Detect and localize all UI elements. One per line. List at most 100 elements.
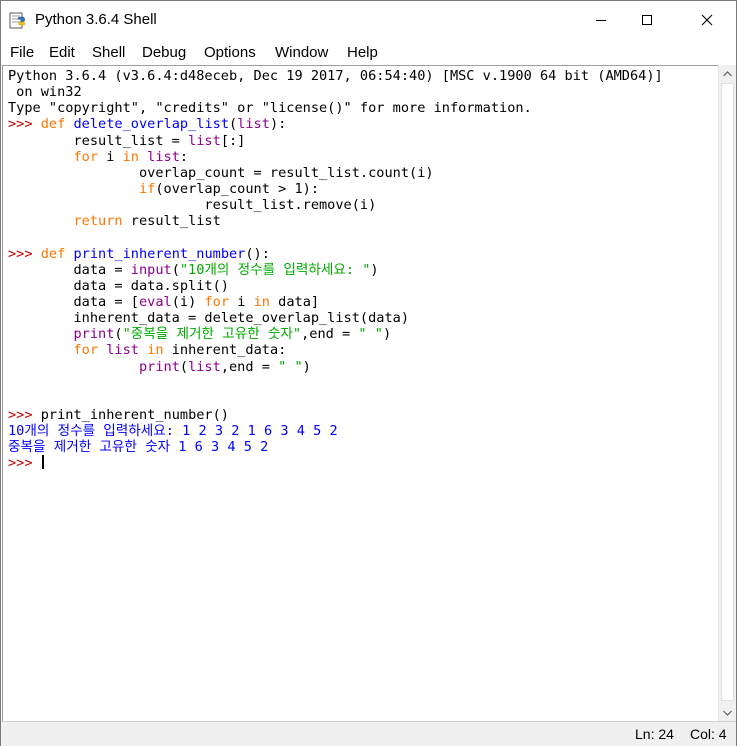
shell-line: >>> — [8, 455, 663, 471]
menu-bar: File Edit Shell Debug Options Window Hel… — [1, 40, 736, 64]
menu-help[interactable]: Help — [347, 44, 378, 61]
maximize-icon — [642, 15, 652, 25]
scroll-down-button[interactable] — [719, 704, 736, 721]
code-token: inherent_data = delete_overlap_list(data… — [8, 310, 410, 327]
code-token: ( — [229, 116, 238, 133]
code-token: overlap_count = result_list.count(i) — [8, 164, 434, 181]
code-token: eval — [138, 293, 172, 310]
code-token: : — [179, 148, 189, 165]
shell-output[interactable]: Python 3.6.4 (v3.6.4:d48eceb, Dec 19 201… — [8, 68, 663, 472]
code-token: inherent_data: — [163, 342, 287, 359]
scroll-up-button[interactable] — [719, 65, 736, 82]
code-token: for — [204, 293, 230, 310]
code-token: def — [40, 245, 66, 262]
menu-window[interactable]: Window — [275, 44, 328, 61]
code-token: in — [147, 342, 164, 359]
code-token: for — [73, 342, 99, 359]
code-token: print_inherent_number — [73, 245, 246, 262]
code-token: delete_overlap_list — [73, 116, 230, 133]
shell-line: Python 3.6.4 (v3.6.4:d48eceb, Dec 19 201… — [8, 68, 663, 84]
code-token: print — [73, 326, 115, 343]
shell-line: result_list.remove(i) — [8, 197, 663, 213]
shell-line: for i in list: — [8, 149, 663, 165]
code-token: data = — [8, 261, 131, 278]
code-token: result_list = — [8, 132, 189, 149]
menu-debug[interactable]: Debug — [142, 44, 186, 61]
shell-line: 중복을 제거한 고유한 숫자 1 6 3 4 5 2 — [8, 439, 663, 455]
code-token: " " — [358, 326, 383, 343]
minimize-button[interactable] — [578, 1, 624, 39]
code-token: Python 3.6.4 (v3.6.4:d48eceb, Dec 19 201… — [8, 68, 663, 84]
code-token: list — [188, 358, 221, 375]
menu-file[interactable]: File — [10, 44, 34, 61]
code-token: data = [ — [8, 293, 139, 310]
scrollbar-thumb[interactable] — [721, 83, 734, 701]
title-bar[interactable]: Python 3.6.4 Shell — [1, 1, 736, 39]
status-column-number: Col: 4 — [690, 726, 727, 742]
shell-line: >>> print_inherent_number() — [8, 407, 663, 423]
code-token: print — [138, 358, 180, 375]
close-button[interactable] — [684, 1, 730, 39]
shell-line: >>> def delete_overlap_list(list): — [8, 116, 663, 132]
code-token: data] — [269, 293, 320, 310]
vertical-scrollbar[interactable] — [718, 65, 736, 721]
shell-text-area[interactable]: Python 3.6.4 (v3.6.4:d48eceb, Dec 19 201… — [2, 65, 718, 722]
status-bar: Ln: 24 Col: 4 — [1, 721, 736, 746]
code-token: result_list — [122, 213, 221, 230]
code-token: ,end = — [220, 358, 279, 375]
code-token: in — [253, 293, 270, 310]
shell-line: result_list = list[:] — [8, 133, 663, 149]
menu-options[interactable]: Options — [204, 44, 256, 61]
shell-line: return result_list — [8, 213, 663, 229]
shell-line: 10개의 정수를 입력하세요: 1 2 3 2 1 6 3 4 5 2 — [8, 423, 663, 439]
shell-line: for list in inherent_data: — [8, 342, 663, 358]
code-token: 중복을 제거한 고유한 숫자 1 6 3 4 5 2 — [8, 439, 269, 456]
menu-edit[interactable]: Edit — [49, 44, 75, 61]
code-token: 10개의 정수를 입력하세요: 1 2 3 2 1 6 3 4 5 2 — [8, 423, 338, 440]
code-token: list — [188, 132, 221, 149]
code-token: i — [98, 148, 123, 165]
code-token: in — [122, 148, 139, 165]
text-cursor — [41, 455, 44, 470]
code-token: >>> — [8, 406, 41, 423]
code-token: result_list.remove(i) — [8, 197, 377, 214]
code-token: ) — [382, 326, 392, 343]
code-token: print_inherent_number() — [40, 406, 229, 423]
code-token: ( — [114, 326, 123, 343]
code-token: if — [138, 180, 156, 197]
code-token: (overlap_count > 1): — [155, 180, 320, 197]
code-token: for — [73, 148, 99, 165]
maximize-button[interactable] — [624, 1, 670, 39]
close-icon — [701, 14, 713, 26]
python-idle-icon — [9, 12, 26, 29]
code-token: " " — [278, 358, 303, 375]
window-title: Python 3.6.4 Shell — [35, 11, 157, 28]
shell-line: data = input("10개의 정수를 입력하세요: ") — [8, 262, 663, 278]
code-token: ) — [370, 261, 379, 278]
code-token: return — [73, 213, 123, 230]
code-token: "10개의 정수를 입력하세요: " — [179, 261, 371, 278]
shell-line: data = [eval(i) for i in data] — [8, 294, 663, 310]
code-token: ( — [171, 261, 180, 278]
code-token: on win32 — [8, 84, 82, 101]
code-token: list — [237, 116, 270, 133]
code-token: ( — [179, 358, 189, 375]
code-token: >>> — [8, 116, 41, 133]
minimize-icon — [596, 20, 606, 21]
menu-shell[interactable]: Shell — [92, 44, 125, 61]
code-token: def — [40, 116, 66, 133]
code-token: Type "copyright", "credits" or "license(… — [8, 100, 532, 117]
idle-shell-window: Python 3.6.4 Shell File Edit Shell Debug… — [0, 0, 737, 746]
